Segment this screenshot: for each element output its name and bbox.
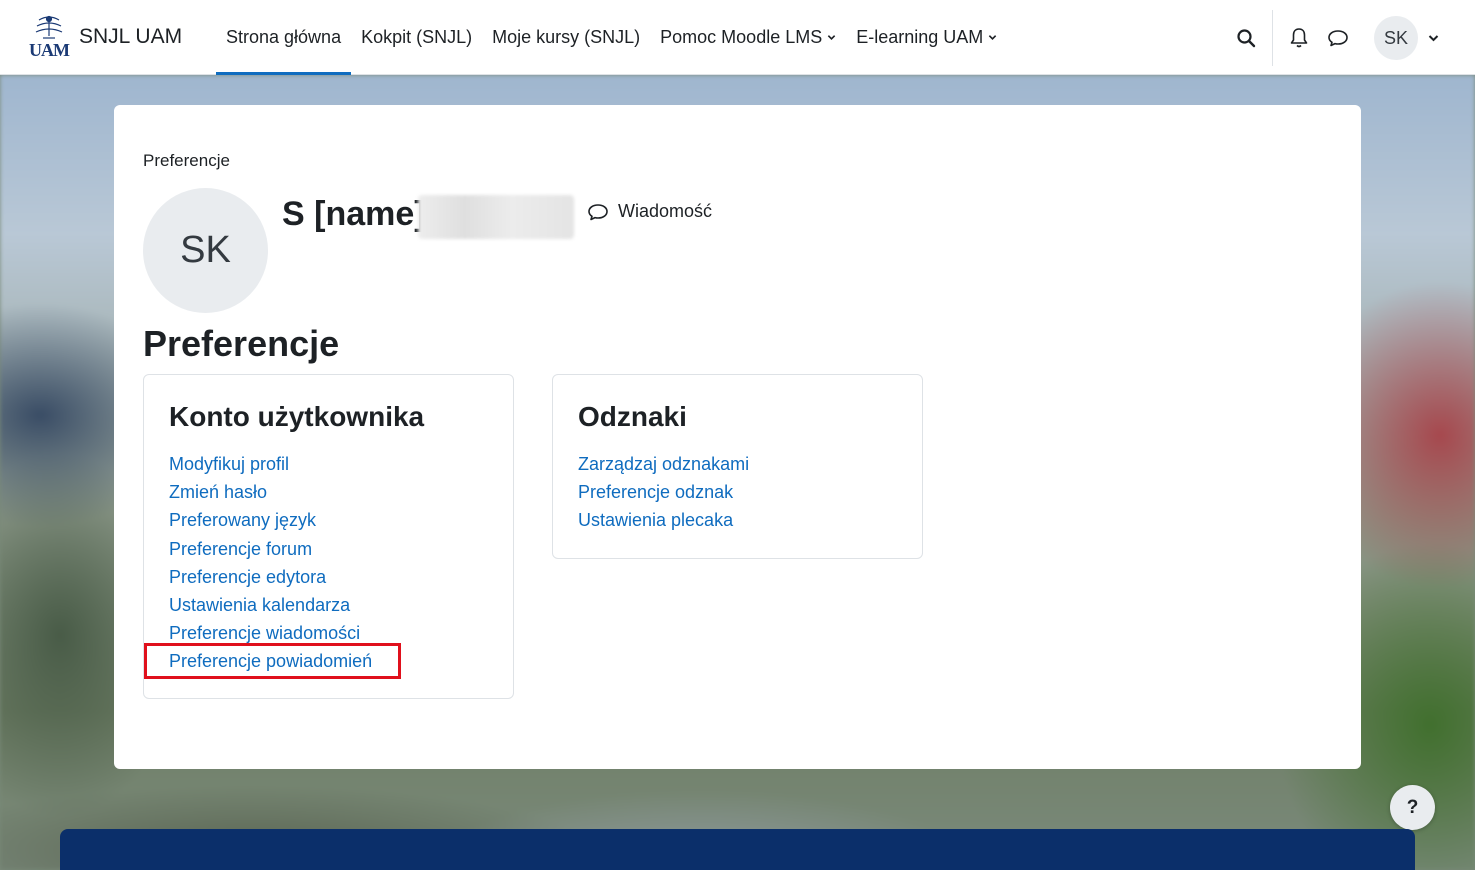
nav-moodle-help-label: Pomoc Moodle LMS xyxy=(660,27,823,47)
calendar-settings-link[interactable]: Ustawienia kalendarza xyxy=(169,595,350,615)
preferred-language-link[interactable]: Preferowany język xyxy=(169,510,316,530)
profile-initials: SK xyxy=(180,229,231,271)
list-item: Preferencje edytora xyxy=(169,563,372,591)
site-logo[interactable]: UAM xyxy=(28,10,70,60)
account-card-title: Konto użytkownika xyxy=(169,401,425,432)
change-password-link[interactable]: Zmień hasło xyxy=(169,482,267,502)
nav-dashboard-label: Kokpit (SNJL) xyxy=(361,27,473,47)
page-title: Preferencje xyxy=(143,323,340,364)
message-preferences-link[interactable]: Preferencje wiadomości xyxy=(169,623,360,643)
crest-icon xyxy=(35,15,63,39)
nav-my-courses[interactable]: Moje kursy (SNJL) xyxy=(482,0,650,75)
search-button[interactable] xyxy=(1231,23,1261,53)
nav-moodle-help[interactable]: Pomoc Moodle LMS xyxy=(650,0,846,75)
backpack-settings-link[interactable]: Ustawienia plecaka xyxy=(578,510,733,530)
help-button[interactable]: ? xyxy=(1390,785,1435,830)
chevron-down-icon xyxy=(828,35,836,40)
badges-links-list: Zarządzaj odznakami Preferencje odznak U… xyxy=(578,450,749,535)
list-item: Ustawienia kalendarza xyxy=(169,591,372,619)
list-item: Zmień hasło xyxy=(169,478,372,506)
list-item: Preferencje odznak xyxy=(578,478,749,506)
manage-badges-link[interactable]: Zarządzaj odznakami xyxy=(578,454,749,474)
profile-avatar: SK xyxy=(143,188,268,313)
messages-button[interactable] xyxy=(1323,23,1353,53)
logo-text: UAM xyxy=(29,40,70,60)
site-name[interactable]: SNJL UAM xyxy=(79,25,182,49)
top-navbar: UAM SNJL UAM Strona główna Kokpit (SNJL)… xyxy=(0,0,1475,75)
nav-dashboard[interactable]: Kokpit (SNJL) xyxy=(351,0,482,75)
list-item: Preferowany język xyxy=(169,506,372,534)
highlight-box xyxy=(144,643,401,679)
primary-navigation: Strona główna Kokpit (SNJL) Moje kursy (… xyxy=(216,0,1007,75)
bell-icon xyxy=(1290,28,1308,48)
nav-home[interactable]: Strona główna xyxy=(216,0,352,75)
nav-elearning-uam[interactable]: E-learning UAM xyxy=(846,0,1007,75)
nav-my-courses-label: Moje kursy (SNJL) xyxy=(492,27,641,47)
send-message-button[interactable]: Wiadomość xyxy=(587,201,712,222)
editor-preferences-link[interactable]: Preferencje edytora xyxy=(169,567,326,587)
list-item: Preferencje forum xyxy=(169,535,372,563)
avatar-initials: SK xyxy=(1383,27,1408,48)
help-label: ? xyxy=(1406,796,1419,818)
account-links-list: Modyfikuj profil Zmień hasło Preferowany… xyxy=(169,450,372,676)
chat-icon xyxy=(588,203,608,220)
forum-preferences-link[interactable]: Preferencje forum xyxy=(169,539,312,559)
chat-icon xyxy=(1328,30,1348,47)
edit-profile-link[interactable]: Modyfikuj profil xyxy=(169,454,289,474)
notifications-button[interactable] xyxy=(1284,23,1314,53)
user-menu-avatar[interactable]: SK xyxy=(1374,16,1418,60)
navbar-divider xyxy=(1272,10,1273,66)
list-item: Zarządzaj odznakami xyxy=(578,450,749,478)
footer-bar xyxy=(60,829,1415,870)
chevron-down-icon[interactable] xyxy=(1428,34,1439,43)
chevron-down-icon xyxy=(989,35,997,40)
breadcrumb[interactable]: Preferencje xyxy=(143,151,230,171)
user-name: S [name] xyxy=(282,195,426,233)
nav-home-label: Strona główna xyxy=(226,27,342,47)
redacted-name-blur xyxy=(418,195,574,239)
list-item: Modyfikuj profil xyxy=(169,450,372,478)
message-label: Wiadomość xyxy=(618,201,713,221)
list-item: Ustawienia plecaka xyxy=(578,506,749,534)
badge-preferences-link[interactable]: Preferencje odznak xyxy=(578,482,733,502)
badges-preferences-card: Odznaki Zarządzaj odznakami Preferencje … xyxy=(552,374,923,559)
nav-elearning-uam-label: E-learning UAM xyxy=(856,27,984,47)
search-icon xyxy=(1237,29,1256,48)
badges-card-title: Odznaki xyxy=(578,401,687,432)
